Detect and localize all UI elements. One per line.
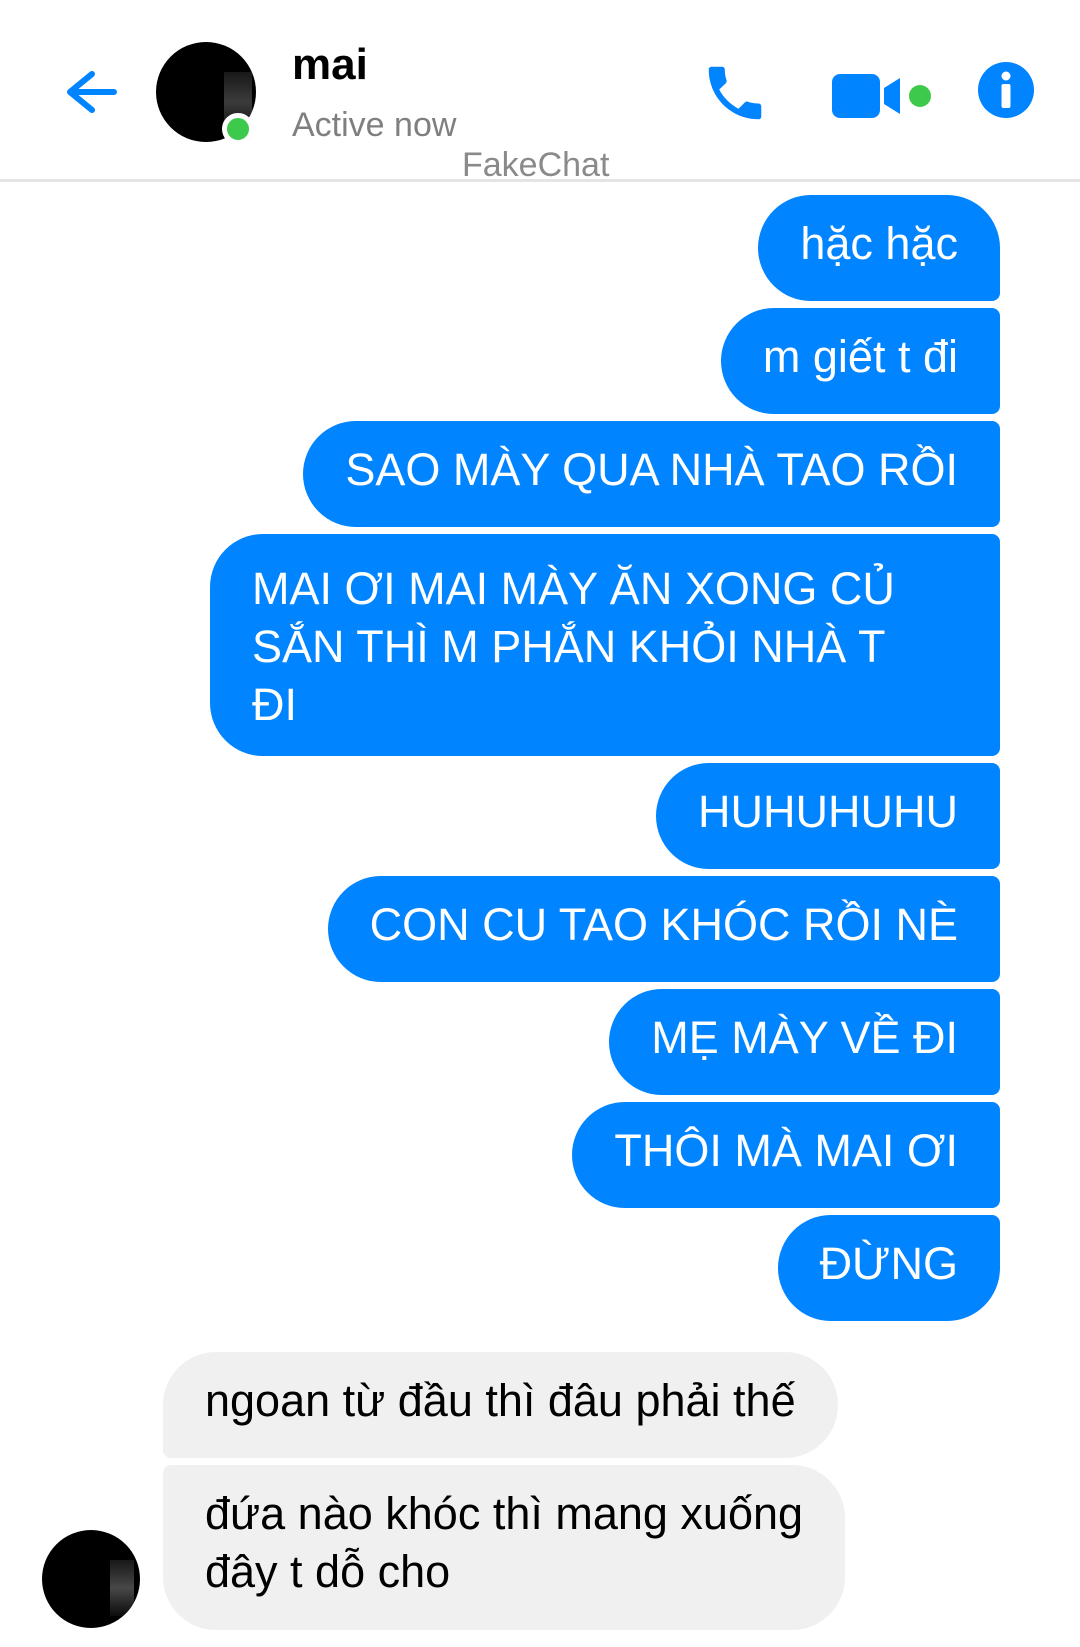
contact-name[interactable]: mai xyxy=(292,40,368,90)
outgoing-message[interactable]: MAI ƠI MAI MÀY ĂN XONG CỦ SẮN THÌ M PHẮN… xyxy=(210,534,1000,756)
watermark-text: FakeChat xyxy=(462,146,610,184)
info-icon[interactable] xyxy=(976,60,1036,120)
incoming-message[interactable]: ngoan từ đầu thì đâu phải thế xyxy=(163,1352,838,1458)
video-camera-icon[interactable] xyxy=(832,66,942,126)
back-arrow-icon[interactable] xyxy=(56,60,120,124)
outgoing-message[interactable]: THÔI MÀ MAI ƠI xyxy=(572,1102,1000,1208)
sender-avatar[interactable] xyxy=(42,1530,140,1628)
outgoing-message[interactable]: SAO MÀY QUA NHÀ TAO RỒI xyxy=(303,421,1000,527)
outgoing-message[interactable]: MẸ MÀY VỀ ĐI xyxy=(609,989,1000,1095)
incoming-message[interactable]: đứa nào khóc thì mang xuống đây t dỗ cho xyxy=(163,1465,846,1630)
outgoing-message[interactable]: m giết t đi xyxy=(720,308,1000,414)
active-status-dot xyxy=(222,113,254,145)
contact-status: Active now xyxy=(292,106,457,144)
outgoing-message[interactable]: CON CU TAO KHÓC RỒI NÈ xyxy=(327,876,1000,982)
outgoing-message[interactable]: hặc hặc xyxy=(758,195,1000,301)
outgoing-message[interactable]: HUHUHUHU xyxy=(656,763,1000,869)
phone-icon[interactable] xyxy=(700,58,770,128)
chat-header: mai Active now FakeChat xyxy=(0,0,1080,184)
outgoing-message[interactable]: ĐỪNG xyxy=(777,1215,1000,1321)
